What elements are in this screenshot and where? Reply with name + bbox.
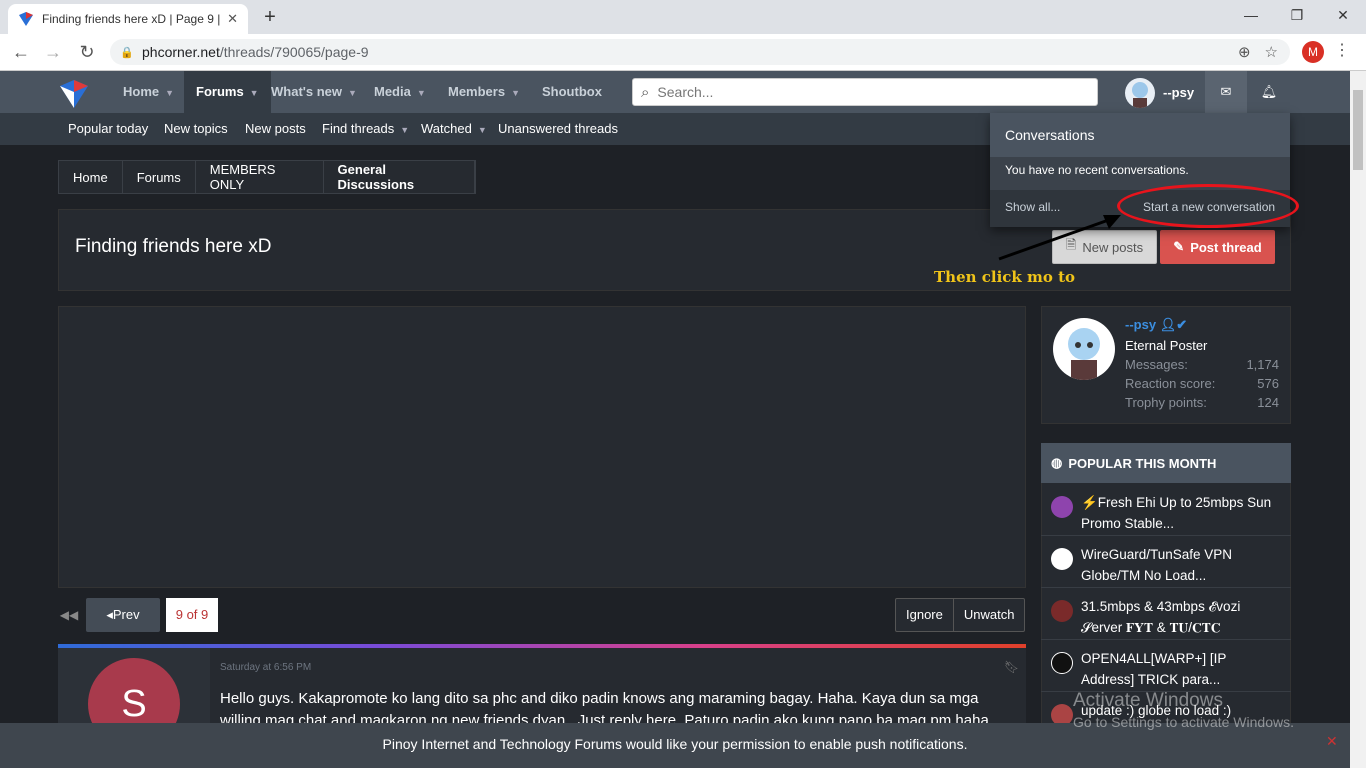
nav-members[interactable]: Members ▼: [436, 71, 532, 113]
nav-media[interactable]: Media ▼: [362, 71, 438, 113]
conversations-heading: Conversations: [990, 113, 1290, 157]
close-tab-icon[interactable]: ✕: [227, 11, 238, 27]
edit-icon: ✎: [1173, 239, 1185, 254]
site-logo-icon[interactable]: [58, 78, 90, 110]
site-favicon-icon: [19, 12, 33, 26]
nav-home[interactable]: Home ▼: [111, 71, 186, 113]
annotation-text: Then click mo to: [934, 268, 1076, 286]
subnav-new-posts[interactable]: New posts: [245, 113, 306, 145]
windows-watermark-title: Activate Windows: [1073, 690, 1223, 711]
popular-item[interactable]: OPEN4ALL[WARP+] [IP Address] TRICK para.…: [1041, 640, 1291, 692]
breadcrumb-home[interactable]: Home: [59, 161, 123, 193]
mail-icon[interactable]: ✉: [1205, 71, 1247, 113]
url-path: /threads/790065/page-9: [219, 44, 369, 60]
unwatch-button[interactable]: Unwatch: [952, 599, 1025, 631]
pagination: ◀◀ ◂Prev 9 of 9: [58, 598, 218, 632]
first-page-icon[interactable]: ◀◀: [58, 598, 80, 632]
post-date[interactable]: Saturday at 6:56 PM: [220, 662, 311, 673]
stat-messages: Messages: 1,174: [1125, 357, 1279, 372]
popular-item-avatar: [1051, 548, 1073, 570]
scrollbar-thumb[interactable]: [1353, 90, 1363, 170]
url-input[interactable]: 🔒 phcorner.net /threads/790065/page-9 ⊕ …: [110, 39, 1290, 65]
ad-placeholder: [58, 306, 1026, 588]
watch-button-group: Ignore Unwatch: [895, 598, 1026, 632]
nav-shoutbox[interactable]: Shoutbox: [530, 71, 614, 113]
minimize-icon[interactable]: —: [1228, 0, 1274, 30]
conversations-empty-text: You have no recent conversations.: [1005, 163, 1189, 177]
user-info-name[interactable]: --psy 👤︎✔: [1125, 317, 1187, 333]
popular-item[interactable]: WireGuard/TunSafe VPN Globe/TM No Load..…: [1041, 536, 1291, 588]
breadcrumb-general-discussions[interactable]: General Discussions: [324, 161, 475, 193]
add-icon[interactable]: ⊕: [1238, 43, 1251, 61]
profile-avatar[interactable]: M: [1302, 41, 1324, 63]
bell-icon[interactable]: 🔔︎: [1250, 71, 1288, 113]
popular-item-avatar: [1051, 652, 1073, 674]
windows-watermark-subtitle: Go to Settings to activate Windows.: [1073, 714, 1294, 730]
breadcrumb-forums[interactable]: Forums: [123, 161, 196, 193]
subnav-unanswered-threads[interactable]: Unanswered threads: [498, 113, 618, 145]
search-input[interactable]: ⌕ Search...: [632, 78, 1098, 106]
menu-kebab-icon[interactable]: ⋮: [1334, 40, 1350, 64]
stat-reaction-score: Reaction score: 576: [1125, 376, 1279, 391]
close-window-icon[interactable]: ✕: [1320, 0, 1366, 30]
username-link[interactable]: --psy: [1163, 78, 1194, 108]
annotation-circle: [1117, 184, 1299, 228]
subnav-popular-today[interactable]: Popular today: [68, 113, 148, 145]
popular-item[interactable]: 31.5mbps & 43mbps 𝓔vozi 𝓢erver 𝐅𝐘𝐓 & 𝐓𝐔/…: [1041, 588, 1291, 640]
subnav-find-threads[interactable]: Find threads ▼: [322, 113, 409, 145]
popular-item[interactable]: ⚡Fresh Ehi Up to 25mbps Sun Promo Stable…: [1041, 484, 1291, 536]
nav-forums[interactable]: Forums ▼: [184, 71, 271, 113]
page-title: Finding friends here xD: [75, 236, 272, 257]
url-domain: phcorner.net: [142, 44, 220, 60]
post-thread-button[interactable]: ✎ Post thread: [1160, 230, 1275, 264]
verified-user-icon: 👤︎✔: [1159, 317, 1188, 332]
user-info-title: Eternal Poster: [1125, 338, 1208, 353]
user-info-avatar[interactable]: [1053, 318, 1115, 380]
subnav-new-topics[interactable]: New topics: [164, 113, 228, 145]
star-icon[interactable]: ☆: [1265, 43, 1278, 61]
popular-item-avatar: [1051, 600, 1073, 622]
user-avatar[interactable]: [1125, 78, 1155, 108]
lock-icon: 🔒: [120, 46, 134, 59]
search-icon: ⌕: [641, 83, 650, 101]
ignore-button[interactable]: Ignore: [896, 599, 953, 631]
nav-whats-new[interactable]: What's new ▼: [259, 71, 369, 113]
popular-item-avatar: [1051, 496, 1073, 518]
popular-heading: ◍ POPULAR THIS MONTH: [1041, 443, 1291, 483]
fire-icon: ◍: [1051, 455, 1063, 470]
forward-icon[interactable]: →: [40, 40, 66, 64]
close-icon[interactable]: ✕: [1326, 733, 1338, 750]
back-icon[interactable]: ←: [8, 40, 34, 64]
breadcrumb-members-only[interactable]: MEMBERS ONLY: [196, 161, 324, 193]
subnav-watched[interactable]: Watched ▼: [421, 113, 487, 145]
prev-page-button[interactable]: ◂Prev: [86, 598, 160, 632]
stat-trophy-points: Trophy points: 124: [1125, 395, 1279, 410]
annotation-arrow: [998, 215, 1121, 261]
scrollbar[interactable]: [1350, 71, 1366, 768]
reload-icon[interactable]: ↻: [74, 40, 100, 64]
current-page-indicator[interactable]: 9 of 9: [166, 598, 218, 632]
browser-tab[interactable]: Finding friends here xD | Page 9 | ✕: [8, 4, 248, 34]
tab-title: Finding friends here xD | Page 9 |: [42, 12, 221, 26]
bookmark-icon[interactable]: 🔖︎: [1004, 660, 1019, 674]
post-body: Hello guys. Kakapromote ko lang dito sa …: [220, 690, 993, 728]
new-tab-icon[interactable]: +: [258, 6, 282, 28]
breadcrumb: Home Forums MEMBERS ONLY General Discuss…: [58, 160, 476, 194]
maximize-icon[interactable]: ❐: [1274, 0, 1320, 30]
